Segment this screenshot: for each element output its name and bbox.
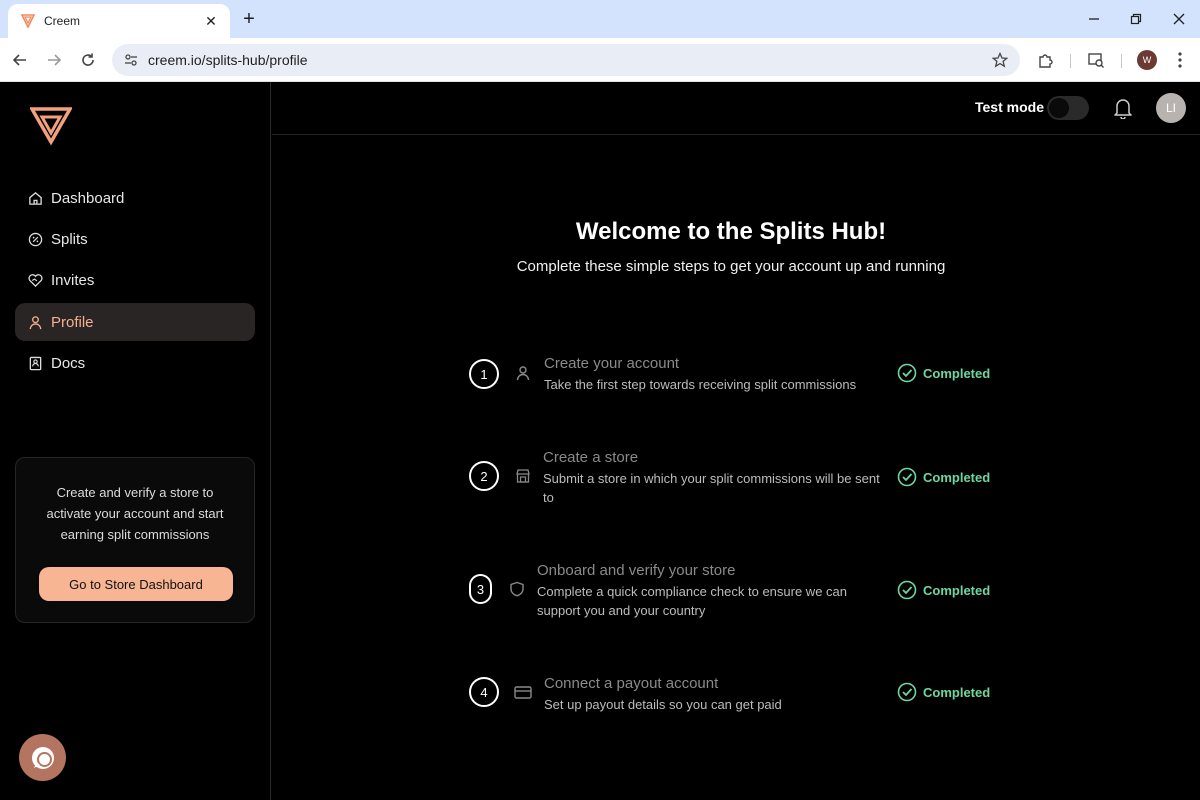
sidebar-item-dashboard[interactable]: Dashboard — [15, 179, 255, 217]
forward-arrow-icon[interactable] — [42, 48, 66, 72]
book-icon — [27, 356, 43, 372]
home-icon — [27, 190, 43, 206]
browser-toolbar: creem.io/splits-hub/profile W — [0, 38, 1200, 82]
extensions-icon[interactable] — [1036, 50, 1056, 70]
step-status-completed: Completed — [897, 467, 990, 487]
check-circle-icon — [897, 682, 917, 702]
sidebar-item-splits[interactable]: Splits — [15, 220, 255, 258]
sidebar-item-label: Splits — [51, 230, 88, 248]
sidebar-item-label: Docs — [51, 355, 86, 373]
step-title: Create your account — [544, 355, 680, 372]
site-settings-icon[interactable] — [122, 51, 140, 69]
bookmark-star-icon[interactable] — [990, 50, 1010, 70]
store-icon — [514, 467, 532, 485]
handshake-heart-icon — [27, 273, 43, 289]
shield-icon — [508, 580, 526, 598]
address-bar[interactable]: creem.io/splits-hub/profile — [112, 44, 1020, 76]
test-mode-toggle[interactable] — [1047, 96, 1089, 120]
go-to-store-dashboard-button[interactable]: Go to Store Dashboard — [39, 567, 233, 601]
status-label: Completed — [923, 684, 991, 700]
minimize-icon[interactable] — [1083, 8, 1105, 30]
step-description: Complete a quick compliance check to ens… — [537, 584, 847, 618]
step-number: 2 — [469, 461, 499, 491]
status-label: Completed — [923, 469, 991, 485]
toolbar-divider — [1121, 54, 1122, 68]
status-label: Completed — [923, 365, 991, 381]
close-window-icon[interactable] — [1168, 8, 1190, 30]
check-circle-icon — [897, 467, 917, 487]
check-circle-icon — [897, 580, 917, 600]
sidebar: Dashboard Splits Invites Profile Docs Cr… — [0, 82, 271, 800]
store-promo-card: Create and verify a store to activate yo… — [15, 457, 255, 623]
toolbar-divider — [1070, 54, 1071, 68]
top-bar: Test mode LI — [272, 82, 1200, 135]
reload-icon[interactable] — [76, 48, 100, 72]
check-circle-icon — [897, 363, 917, 383]
step-status-completed: Completed — [897, 580, 990, 600]
tab-title: Creem — [44, 14, 81, 28]
sidebar-item-label: Invites — [51, 272, 95, 290]
app-root: Dashboard Splits Invites Profile Docs Cr… — [0, 82, 1200, 800]
sidebar-item-docs[interactable]: Docs — [15, 345, 255, 383]
back-arrow-icon[interactable] — [8, 48, 32, 72]
browser-tab-strip: Creem ✕ + — [0, 0, 1200, 38]
url-text: creem.io/splits-hub/profile — [148, 52, 308, 68]
toggle-knob — [1049, 98, 1069, 118]
more-menu-icon[interactable] — [1170, 50, 1190, 70]
status-label: Completed — [923, 582, 991, 598]
browser-profile-avatar[interactable]: W — [1137, 50, 1157, 70]
user-icon — [27, 314, 43, 330]
new-tab-button[interactable]: + — [238, 8, 260, 30]
sidebar-item-label: Profile — [51, 313, 94, 331]
restore-icon[interactable] — [1125, 8, 1147, 30]
close-tab-icon[interactable]: ✕ — [202, 13, 220, 30]
step-status-completed: Completed — [897, 363, 990, 383]
step-description: Take the first step towards receiving sp… — [544, 377, 857, 392]
percent-icon — [27, 231, 43, 247]
step-title: Connect a payout account — [544, 675, 719, 692]
step-number: 4 — [469, 677, 499, 707]
page-subtitle: Complete these simple steps to get your … — [516, 258, 946, 275]
step-status-completed: Completed — [897, 682, 990, 702]
step-number: 1 — [469, 359, 499, 389]
sidebar-nav: Dashboard Splits Invites Profile Docs — [15, 179, 255, 386]
step-description: Set up payout details so you can get pai… — [544, 697, 782, 712]
promo-text: Create and verify a store to activate yo… — [46, 485, 224, 542]
support-chat-icon[interactable] — [19, 734, 66, 781]
browser-tab[interactable]: Creem ✕ — [8, 4, 230, 38]
credit-card-icon — [514, 683, 532, 701]
creem-favicon-icon — [20, 13, 36, 29]
user-avatar[interactable]: LI — [1156, 93, 1186, 123]
creem-logo[interactable] — [28, 106, 74, 146]
sidebar-item-label: Dashboard — [51, 189, 125, 207]
sidebar-item-invites[interactable]: Invites — [15, 262, 255, 300]
step-description: Submit a store in which your split commi… — [543, 471, 880, 505]
step-number: 3 — [469, 574, 492, 604]
page-title: Welcome to the Splits Hub! — [575, 218, 887, 245]
step-title: Onboard and verify your store — [537, 562, 736, 579]
notifications-bell-icon[interactable] — [1112, 96, 1134, 120]
cast-search-icon[interactable] — [1086, 50, 1106, 70]
test-mode-label: Test mode — [975, 99, 1044, 115]
user-icon — [514, 364, 532, 382]
step-title: Create a store — [543, 449, 639, 466]
sidebar-item-profile[interactable]: Profile — [15, 303, 255, 342]
